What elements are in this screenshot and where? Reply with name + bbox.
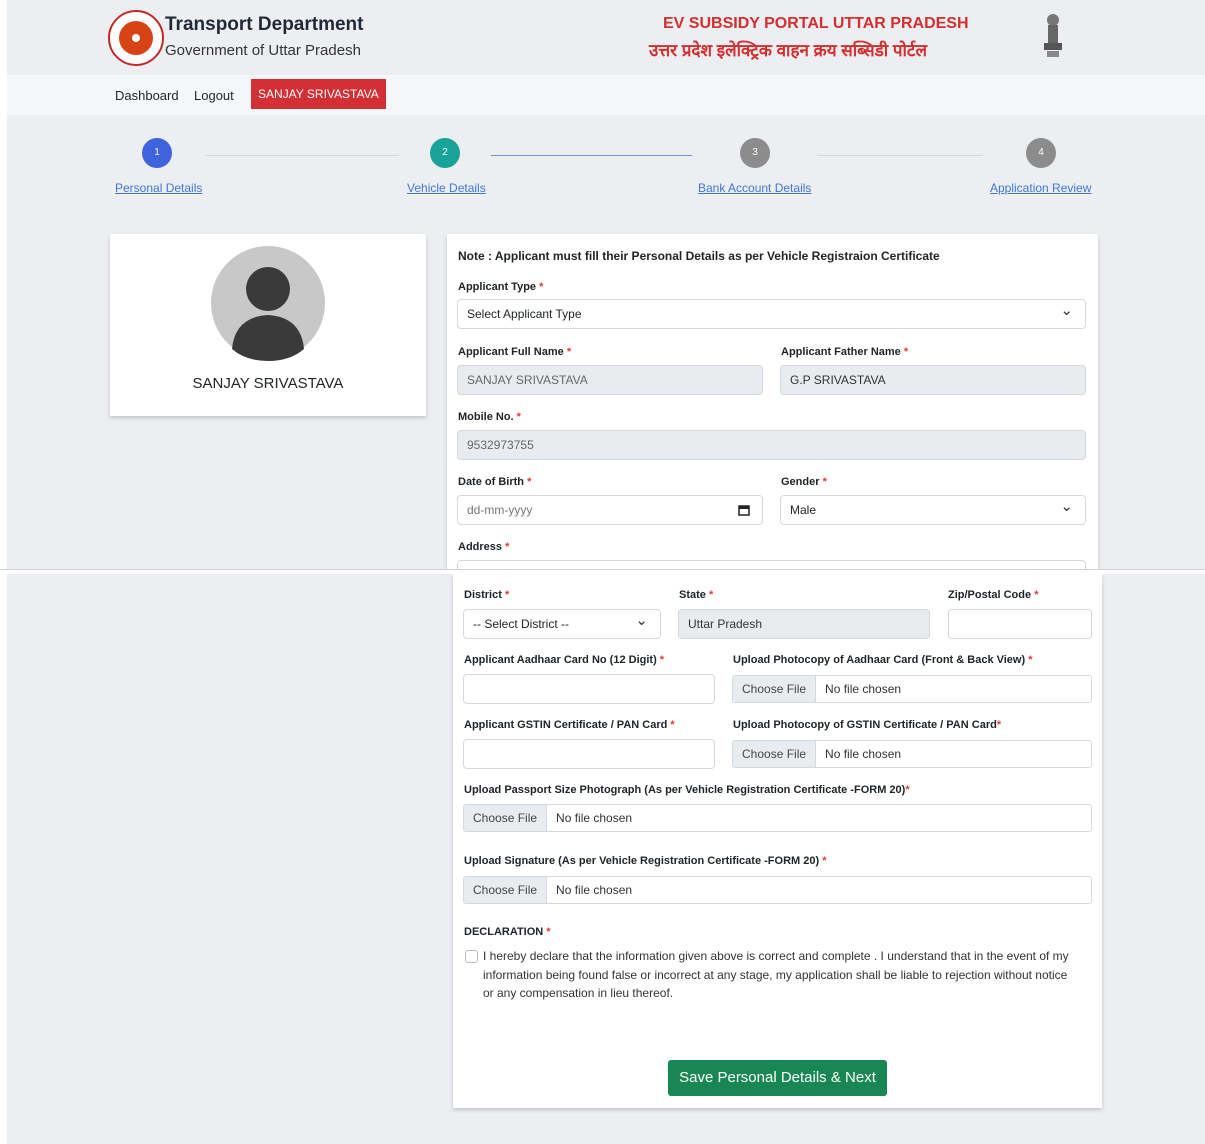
portal-title-hindi: उत्तर प्रदेश इलेक्ट्रिक वाहन क्रय सब्सिड… [649, 41, 927, 60]
save-personal-details-button[interactable]: Save Personal Details & Next [668, 1060, 887, 1096]
applicant-type-label: Applicant Type * [458, 281, 544, 293]
gstin-file-status: No file chosen [825, 747, 902, 761]
site-header: Transport Department Government of Uttar… [7, 0, 1205, 75]
portal-title-english: EV SUBSIDY PORTAL UTTAR PRADESH [663, 15, 969, 32]
gender-label: Gender * [781, 476, 827, 488]
state-input[interactable]: Uttar Pradesh [678, 609, 930, 639]
gstin-choose-file-button[interactable]: Choose File [733, 741, 817, 767]
user-avatar-icon [211, 246, 325, 361]
signature-file-status: No file chosen [556, 883, 633, 897]
top-navigation: Dashboard Logout SANJAY SRIVASTAVA [7, 75, 1205, 115]
current-user-badge[interactable]: SANJAY SRIVASTAVA [251, 79, 386, 109]
step-4-application-review-link[interactable]: Application Review [990, 181, 1091, 195]
passport-file-status: No file chosen [556, 811, 633, 825]
declaration-text: I hereby declare that the information gi… [483, 949, 1069, 1000]
passport-photo-file-upload[interactable]: Choose File No file chosen [463, 804, 1092, 832]
brand-title: Transport Department [165, 14, 364, 35]
dashboard-link[interactable]: Dashboard [115, 88, 179, 103]
gstin-label: Applicant GSTIN Certificate / PAN Card * [464, 719, 675, 731]
gstin-upload-label: Upload Photocopy of GSTIN Certificate / … [733, 719, 1002, 731]
step-4-circle[interactable]: 4 [1026, 138, 1056, 168]
step-connector-1 [205, 155, 399, 156]
aadhaar-label: Applicant Aadhaar Card No (12 Digit) * [464, 654, 665, 666]
step-connector-2 [491, 155, 692, 156]
zip-input[interactable] [948, 609, 1092, 639]
step-1-circle[interactable]: 1 [142, 138, 172, 168]
father-name-label: Applicant Father Name * [781, 346, 909, 358]
declaration-checkbox[interactable] [465, 950, 478, 963]
signature-label: Upload Signature (As per Vehicle Registr… [464, 855, 827, 867]
personal-details-form-top: Note : Applicant must fill their Persona… [447, 234, 1098, 569]
aadhaar-choose-file-button[interactable]: Choose File [733, 676, 817, 702]
calendar-icon[interactable] [738, 504, 750, 516]
brand-subtitle: Government of Uttar Pradesh [165, 42, 361, 59]
date-of-birth-label: Date of Birth * [458, 476, 532, 488]
profile-card: SANJAY SRIVASTAVA [110, 234, 426, 416]
signature-file-upload[interactable]: Choose File No file chosen [463, 876, 1092, 904]
date-of-birth-input[interactable]: dd-mm-yyyy [457, 495, 763, 525]
passport-photo-label: Upload Passport Size Photograph (As per … [464, 784, 910, 796]
gstin-file-upload[interactable]: Choose File No file chosen [732, 740, 1092, 768]
signature-choose-file-button[interactable]: Choose File [464, 877, 548, 903]
father-name-input[interactable]: G.P SRIVASTAVA [780, 365, 1086, 395]
step-3-circle[interactable]: 3 [740, 138, 770, 168]
gender-select[interactable]: Male [780, 493, 1086, 525]
step-connector-3 [817, 155, 983, 156]
district-select[interactable]: -- Select District -- [463, 607, 661, 639]
full-name-input[interactable]: SANJAY SRIVASTAVA [457, 365, 763, 395]
mobile-input[interactable]: 9532973755 [457, 430, 1086, 460]
logout-link[interactable]: Logout [194, 88, 234, 103]
full-name-label: Applicant Full Name * [458, 346, 572, 358]
step-3-bank-account-details-link[interactable]: Bank Account Details [698, 181, 811, 195]
district-label: District * [464, 589, 510, 601]
national-emblem-icon [1044, 14, 1062, 57]
address-input[interactable] [457, 560, 1086, 569]
address-label: Address * [458, 541, 510, 553]
mobile-label: Mobile No. * [458, 411, 521, 423]
up-government-logo [108, 10, 164, 66]
gstin-input[interactable] [463, 739, 715, 769]
aadhaar-input[interactable] [463, 674, 715, 704]
step-2-vehicle-details-link[interactable]: Vehicle Details [407, 181, 486, 195]
aadhaar-upload-label: Upload Photocopy of Aadhaar Card (Front … [733, 654, 1033, 666]
profile-name: SANJAY SRIVASTAVA [192, 375, 344, 392]
screenshot-separator [0, 569, 1205, 574]
zip-label: Zip/Postal Code * [948, 589, 1039, 601]
aadhaar-file-status: No file chosen [825, 682, 902, 696]
personal-details-form-bottom: District * -- Select District -- State *… [453, 574, 1102, 1108]
step-1-personal-details-link[interactable]: Personal Details [115, 181, 202, 195]
declaration-label: DECLARATION * [464, 926, 551, 938]
form-note: Note : Applicant must fill their Persona… [458, 249, 940, 263]
passport-choose-file-button[interactable]: Choose File [464, 805, 548, 831]
applicant-type-select[interactable]: Select Applicant Type [457, 297, 1086, 329]
state-label: State * [679, 589, 714, 601]
step-2-circle[interactable]: 2 [430, 138, 460, 168]
aadhaar-file-upload[interactable]: Choose File No file chosen [732, 675, 1092, 703]
